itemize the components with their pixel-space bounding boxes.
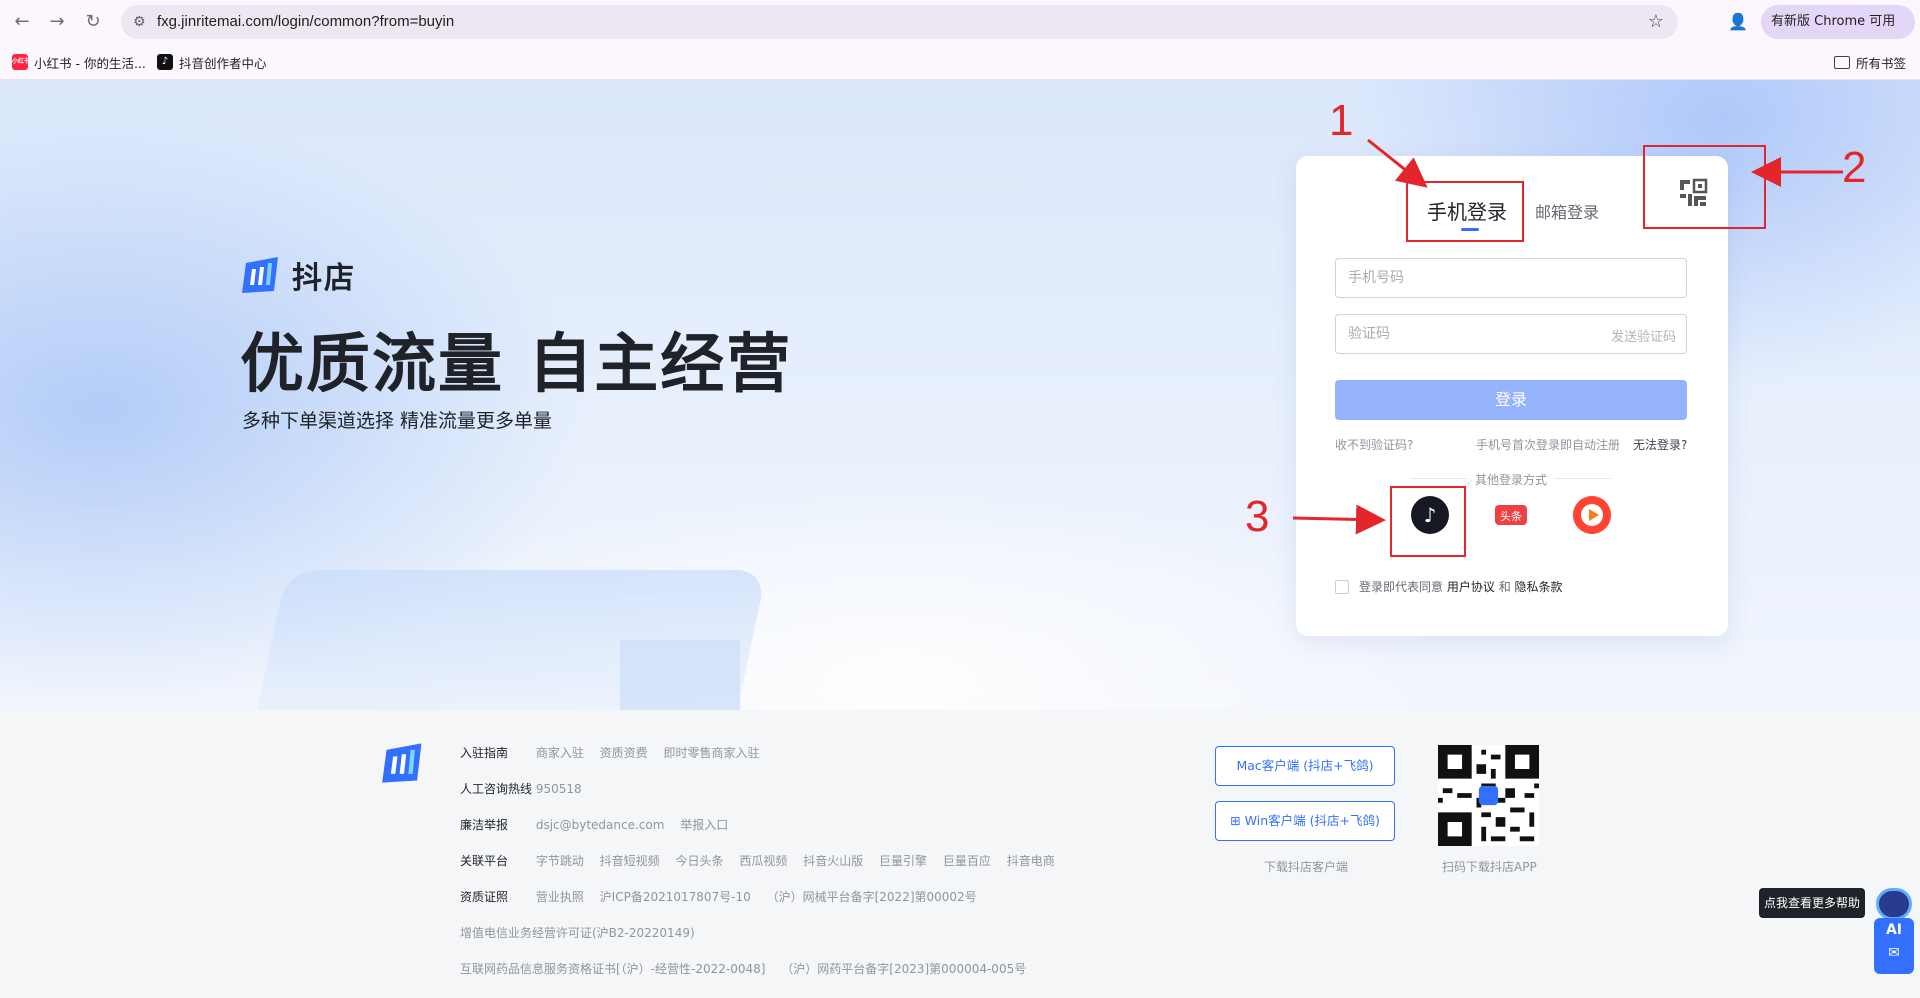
footer-link[interactable]: 商家入驻 (536, 746, 584, 760)
agreement-row: 登录即代表同意 用户协议 和 隐私条款 (1335, 578, 1563, 595)
toutiao-label: 头条 (1500, 509, 1522, 523)
browser-toolbar: ← → ↻ ⚙ fxg.jinritemai.com/login/common?… (0, 0, 1920, 44)
footer-link[interactable]: 互联网药品信息服务资格证书[（沪）-经营性-2022-0048] (460, 962, 765, 976)
url-text[interactable]: fxg.jinritemai.com/login/common?from=buy… (157, 13, 454, 30)
hero-subtitle: 多种下单渠道选择 精准流量更多单量 (242, 410, 553, 432)
footer-link[interactable]: 抖音火山版 (803, 854, 863, 868)
annotation-box-3 (1390, 486, 1466, 557)
bookmark-xiaohongshu[interactable]: 小红书 小红书 - 你的生活... (12, 52, 146, 72)
auto-register-text: 手机号首次登录即自动注册 (1476, 438, 1621, 452)
ai-label: AI (1885, 922, 1903, 938)
footer-link[interactable]: 即时零售商家入驻 (664, 746, 760, 760)
hero-decoration (620, 640, 740, 710)
xigua-login-icon[interactable] (1573, 496, 1611, 534)
agreement-checkbox[interactable] (1335, 579, 1349, 594)
bookmarks-bar: 小红书 小红书 - 你的生活... ♪ 抖音创作者中心 所有书签 (0, 44, 1920, 80)
login-button[interactable]: 登录 (1335, 380, 1687, 420)
footer-label: 资质证照 (460, 890, 509, 904)
ai-button[interactable]: AI ✉ (1874, 918, 1914, 974)
annotation-number-1: 1 (1329, 96, 1354, 145)
annotation-box-2 (1643, 145, 1766, 229)
download-client-caption: 下载抖店客户端 (1264, 860, 1349, 874)
profile-icon[interactable]: 👤 (1726, 10, 1750, 34)
footer-row-guide: 入驻指南 商家入驻 资质资费 即时零售商家入驻 (460, 744, 772, 761)
cant-login-link[interactable]: 无法登录? (1633, 436, 1687, 453)
folder-icon (1834, 55, 1850, 69)
user-agreement-link[interactable]: 用户协议 (1447, 580, 1495, 594)
footer-link[interactable]: 举报入口 (680, 818, 728, 832)
footer-logo-icon (382, 743, 422, 783)
tab-email-login[interactable]: 邮箱登录 (1535, 199, 1599, 223)
footer-link[interactable]: 抖音短视频 (600, 854, 660, 868)
back-icon[interactable]: ← (10, 10, 34, 34)
annotation-number-2: 2 (1842, 143, 1867, 192)
footer-row-licenses: 资质证照 营业执照 沪ICP备2021017807号-10 （沪）网械平台备字[… (460, 888, 989, 905)
agreement-and: 和 (1498, 580, 1511, 594)
footer-link[interactable]: （沪）网药平台备字[2023]第000004-005号 (781, 962, 1026, 976)
footer-link[interactable]: 今日头条 (676, 854, 724, 868)
scan-download-caption: 扫码下载抖店APP (1442, 860, 1537, 874)
win-client-button[interactable]: ⊞ Win客户端 (抖店+飞鸽) (1215, 801, 1395, 841)
privacy-link[interactable]: 隐私条款 (1515, 580, 1563, 594)
send-code-button[interactable]: 发送验证码 (1611, 326, 1676, 345)
footer-link[interactable]: dsjc@bytedance.com (536, 818, 665, 832)
site-settings-icon[interactable]: ⚙ (133, 13, 151, 31)
phone-field[interactable] (1335, 258, 1687, 298)
footer-link[interactable]: 西瓜视频 (739, 854, 787, 868)
douyin-icon: ♪ (157, 54, 173, 70)
address-bar[interactable]: ⚙ fxg.jinritemai.com/login/common?from=b… (121, 5, 1678, 39)
footer-link[interactable]: 字节跳动 (536, 854, 584, 868)
annotation-number-3: 3 (1245, 492, 1270, 541)
footer-link[interactable]: 巨量百应 (943, 854, 991, 868)
other-login-label: 其他登录方式 (1474, 473, 1548, 487)
toutiao-login-icon[interactable]: 头条 (1492, 496, 1530, 534)
customer-service-icon[interactable]: ✉ (1874, 942, 1914, 964)
footer-label: 关联平台 (460, 854, 509, 868)
footer-label: 廉洁举报 (460, 818, 509, 832)
ai-assistant-widget[interactable]: AI ✉ (1874, 888, 1914, 974)
footer-license-2-row: 互联网药品信息服务资格证书[（沪）-经营性-2022-0048] （沪）网药平台… (460, 960, 1038, 977)
all-bookmarks[interactable]: 所有书签 (1834, 52, 1906, 72)
footer-license-1[interactable]: 增值电信业务经营许可证(沪B2-20220149) (460, 924, 695, 941)
mac-client-button[interactable]: Mac客户端 (抖店+飞鸽) (1215, 746, 1395, 786)
chrome-update-button[interactable]: 有新版 Chrome 可用 (1761, 5, 1915, 39)
footer-link[interactable]: 巨量引擎 (879, 854, 927, 868)
phone-input[interactable] (1336, 259, 1686, 297)
help-tooltip[interactable]: 点我查看更多帮助 (1759, 888, 1865, 918)
code-field[interactable]: 发送验证码 (1335, 314, 1687, 354)
reload-icon[interactable]: ↻ (81, 10, 105, 34)
hero-title: 优质流量 自主经营 (240, 328, 793, 402)
footer: 入驻指南 商家入驻 资质资费 即时零售商家入驻 人工咨询热线 950518 廉洁… (0, 710, 1920, 998)
footer-label: 人工咨询热线 (460, 782, 533, 796)
app-qr-code (1438, 745, 1539, 846)
robot-icon (1876, 888, 1912, 920)
bookmark-douyin-creator[interactable]: ♪ 抖音创作者中心 (157, 52, 267, 72)
brand-logo: 抖店 (240, 253, 356, 297)
mac-client-label: Mac客户端 (抖店+飞鸽) (1236, 758, 1374, 773)
no-code-link[interactable]: 收不到验证码? (1335, 436, 1413, 453)
footer-link[interactable]: 资质资费 (600, 746, 648, 760)
footer-row-report: 廉洁举报 dsjc@bytedance.com 举报入口 (460, 816, 740, 833)
annotation-box-1 (1406, 181, 1524, 242)
windows-icon: ⊞ (1230, 813, 1241, 828)
bookmark-label: 抖音创作者中心 (179, 55, 267, 71)
footer-text: 950518 (535, 782, 582, 796)
doudian-logo-icon (242, 257, 278, 293)
bookmark-label: 小红书 - 你的生活... (34, 55, 146, 71)
footer-link[interactable]: （沪）网械平台备字[2022]第00002号 (767, 890, 977, 904)
agreement-prefix: 登录即代表同意 (1359, 580, 1444, 594)
brand-name: 抖店 (292, 261, 356, 296)
all-bookmarks-label: 所有书签 (1856, 55, 1907, 71)
bookmark-star-icon[interactable]: ☆ (1648, 11, 1664, 32)
footer-link[interactable]: 抖音电商 (1007, 854, 1055, 868)
win-client-label: Win客户端 (抖店+飞鸽) (1244, 813, 1380, 828)
forward-icon[interactable]: → (45, 10, 69, 34)
footer-link[interactable]: 沪ICP备2021017807号-10 (600, 890, 751, 904)
footer-row-platforms: 关联平台 字节跳动 抖音短视频 今日头条 西瓜视频 抖音火山版 巨量引擎 巨量百… (460, 852, 1067, 869)
footer-row-hotline: 人工咨询热线 950518 (460, 780, 594, 797)
xiaohongshu-icon: 小红书 (12, 54, 30, 70)
footer-label: 入驻指南 (460, 746, 509, 760)
footer-link[interactable]: 营业执照 (536, 890, 584, 904)
